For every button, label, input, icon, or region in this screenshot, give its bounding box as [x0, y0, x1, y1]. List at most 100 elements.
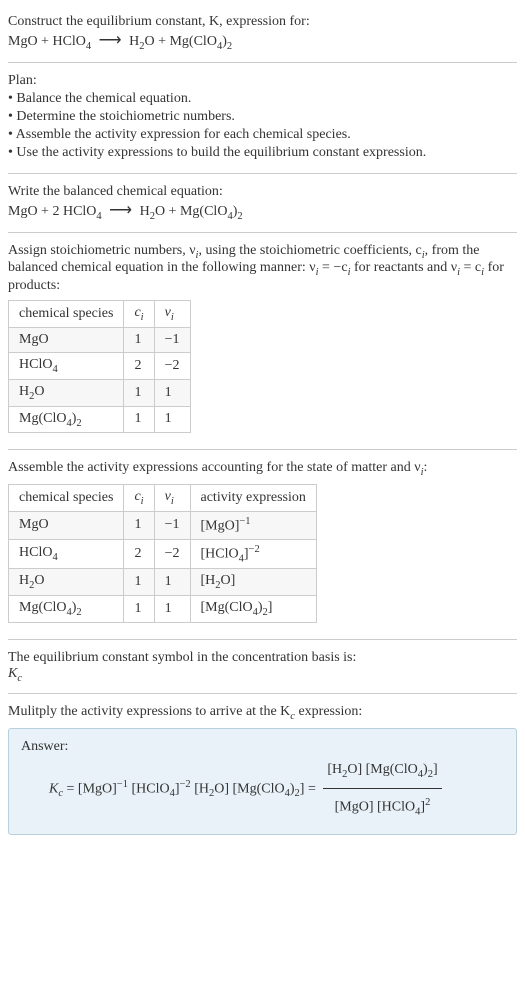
col-c: ci	[124, 485, 154, 512]
sub4: 4	[253, 607, 258, 618]
sub4: 4	[66, 607, 71, 618]
sub-i: i	[171, 312, 174, 323]
cell-text: H	[19, 573, 29, 588]
sub2: 2	[215, 580, 220, 591]
plan-bullet-3: • Assemble the activity expression for e…	[8, 127, 517, 143]
cell-c: 1	[124, 379, 154, 406]
bal-rhs-o: O + Mg(ClO	[155, 204, 227, 219]
kc-k: K	[8, 666, 17, 681]
cell-c: 1	[124, 569, 154, 596]
sub-i: i	[141, 312, 144, 323]
col-activity: activity expression	[190, 485, 316, 512]
sub4: 4	[170, 789, 175, 800]
cell-species: MgO	[9, 327, 124, 352]
divider	[8, 693, 517, 694]
col-c: ci	[124, 301, 154, 328]
divider	[8, 232, 517, 233]
col-v: νi	[154, 301, 190, 328]
kc-symbol: Kc	[8, 666, 517, 684]
cell-species: HClO4	[9, 539, 124, 568]
table-row: MgO 1 −1	[9, 327, 191, 352]
cell-text: Mg(ClO	[19, 411, 66, 426]
arrow-icon: ⟶	[109, 200, 132, 220]
ans-eq: = [MgO]	[63, 782, 117, 797]
cell-species: MgO	[9, 511, 124, 539]
sub2: 2	[76, 417, 81, 428]
cell-species: HClO4	[9, 352, 124, 379]
plan-title: Plan:	[8, 73, 517, 89]
sub2b: 2	[227, 41, 232, 52]
assign-t4: = −c	[319, 260, 348, 275]
table-row: Mg(ClO4)2 1 1	[9, 406, 191, 433]
ans-mid1: [HClO	[128, 782, 170, 797]
sub2: 2	[76, 607, 81, 618]
cell-v: 1	[154, 379, 190, 406]
assign-section: Assign stoichiometric numbers, νi, using…	[8, 237, 517, 446]
ae-base: [H	[201, 573, 216, 588]
ans-mid3: O] [Mg(ClO	[214, 782, 284, 797]
header-section: Construct the equilibrium constant, K, e…	[8, 8, 517, 58]
sub4: 4	[86, 41, 91, 52]
table-row: HClO4 2 −2 [HClO4]−2	[9, 539, 317, 568]
cell-c: 1	[124, 406, 154, 433]
ans-mid5: ] =	[300, 782, 320, 797]
sub2: 2	[237, 211, 242, 222]
sub2: 2	[29, 580, 34, 591]
num-t2: O] [Mg(ClO	[347, 762, 417, 777]
cell-c: 1	[124, 327, 154, 352]
sub4: 4	[239, 553, 244, 564]
divider	[8, 62, 517, 63]
table-header-row: chemical species ci νi activity expressi…	[9, 485, 317, 512]
ae-base: [HClO	[201, 546, 239, 561]
balanced-section: Write the balanced chemical equation: Mg…	[8, 178, 517, 228]
table-row: HClO4 2 −2	[9, 352, 191, 379]
cell-v: −1	[154, 511, 190, 539]
eq-rhs-h: H	[129, 34, 139, 49]
assemble-t2: :	[424, 460, 428, 475]
cell-c: 1	[124, 595, 154, 622]
ae-exp: −1	[239, 516, 250, 527]
cell-activity: [Mg(ClO4)2]	[190, 595, 316, 622]
divider	[8, 449, 517, 450]
stoich-table: chemical species ci νi MgO 1 −1 HClO4 2 …	[8, 300, 191, 433]
cell-species: H2O	[9, 379, 124, 406]
num-t4: ]	[433, 762, 438, 777]
assemble-t1: Assemble the activity expressions accoun…	[8, 460, 421, 475]
cell-v: 1	[154, 595, 190, 622]
ae-base: [MgO]	[201, 519, 240, 534]
symbol-section: The equilibrium constant symbol in the c…	[8, 644, 517, 690]
eq-rhs-o: O + Mg(ClO	[144, 34, 216, 49]
table-row: H2O 1 1	[9, 379, 191, 406]
sub4: 4	[66, 417, 71, 428]
cell-v: −2	[154, 352, 190, 379]
bal-lhs: MgO + 2 HClO	[8, 204, 96, 219]
den-exp: 2	[425, 797, 430, 808]
cell-activity: [MgO]−1	[190, 511, 316, 539]
ans-mid2: [H	[191, 782, 209, 797]
cell-v: 1	[154, 406, 190, 433]
multiply-text: Mulitply the activity expressions to arr…	[8, 704, 517, 722]
plan-section: Plan: • Balance the chemical equation. •…	[8, 67, 517, 169]
col-species: chemical species	[9, 485, 124, 512]
ans-exp2: −2	[180, 779, 191, 790]
plan-bullet-1: • Balance the chemical equation.	[8, 91, 517, 107]
symbol-line: The equilibrium constant symbol in the c…	[8, 650, 517, 666]
fraction-numerator: [H2O] [Mg(ClO4)2]	[323, 755, 441, 789]
cell-species: Mg(ClO4)2	[9, 406, 124, 433]
den-t1: [MgO] [HClO	[335, 800, 416, 815]
table-row: H2O 1 1 [H2O]	[9, 569, 317, 596]
sub-i: i	[171, 496, 174, 507]
cell-v: 1	[154, 569, 190, 596]
cell-text: HClO	[19, 545, 52, 560]
fraction: [H2O] [Mg(ClO4)2][MgO] [HClO4]2	[323, 755, 441, 823]
ans-exp1: −1	[117, 779, 128, 790]
assemble-text: Assemble the activity expressions accoun…	[8, 460, 517, 478]
table-row: MgO 1 −1 [MgO]−1	[9, 511, 317, 539]
sub2: 2	[263, 607, 268, 618]
mult-t2: expression:	[295, 704, 362, 719]
construct-line: Construct the equilibrium constant, K, e…	[8, 14, 517, 30]
assign-t2: , using the stoichiometric coefficients,…	[198, 243, 421, 258]
sub4: 4	[96, 211, 101, 222]
ae-base: [Mg(ClO	[201, 600, 253, 615]
divider	[8, 639, 517, 640]
